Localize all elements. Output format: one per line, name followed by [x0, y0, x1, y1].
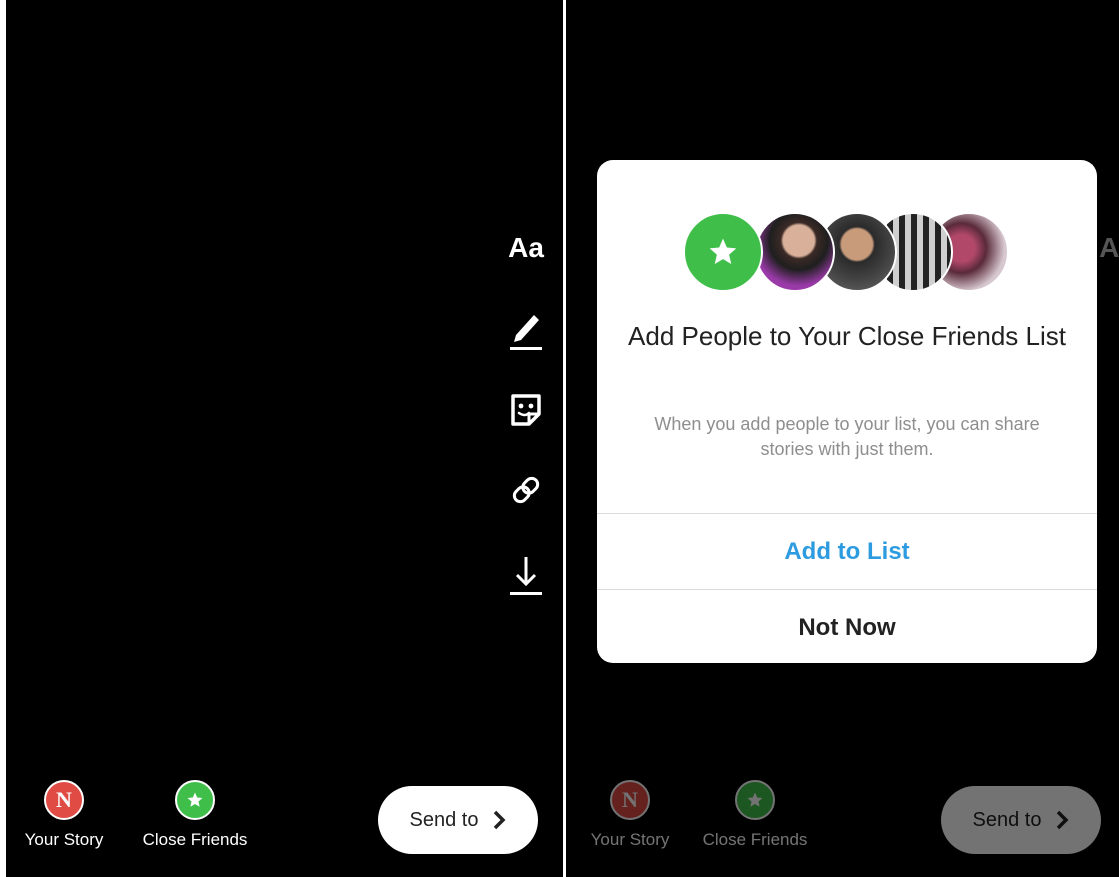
close-friends-avatar-large [683, 212, 763, 292]
your-story-label: Your Story [24, 830, 104, 849]
text-tool-label-dimmed: Aa [1099, 232, 1119, 263]
story-editor-screen: Aa N Your Story Close Friends Send to [6, 0, 563, 877]
add-to-list-button[interactable]: Add to List [597, 513, 1097, 590]
story-editor-screen-with-dialog: Aa N Your Story Close Friends Send to [566, 0, 1119, 877]
your-story-button-dimmed: N Your Story [580, 780, 680, 850]
star-icon [187, 792, 203, 807]
text-tool-button-dimmed: Aa [1097, 228, 1119, 268]
avatar-group [683, 212, 1013, 292]
sticker-icon [511, 394, 541, 426]
send-to-button[interactable]: Send to [378, 786, 538, 854]
close-friends-label: Close Friends [142, 830, 248, 849]
close-friends-button[interactable]: Close Friends [130, 780, 260, 850]
pen-icon [510, 315, 542, 350]
your-story-badge: N [56, 787, 72, 812]
star-icon-dimmed [747, 792, 763, 807]
close-friends-dialog: Add People to Your Close Friends List Wh… [597, 160, 1097, 663]
download-icon [510, 557, 542, 595]
not-now-label: Not Now [798, 614, 896, 641]
link-button[interactable] [506, 470, 546, 510]
not-now-button[interactable]: Not Now [597, 589, 1097, 663]
your-story-avatar-dimmed: N [610, 780, 650, 820]
your-story-badge-dimmed: N [622, 787, 638, 812]
your-story-avatar: N [44, 780, 84, 820]
dialog-title: Add People to Your Close Friends List [628, 321, 1066, 351]
download-button[interactable] [506, 552, 546, 598]
your-story-label-dimmed: Your Story [590, 830, 670, 849]
send-to-button-dimmed: Send to [941, 786, 1101, 854]
close-friends-button-dimmed: Close Friends [690, 780, 820, 850]
text-tool-label: Aa [508, 232, 544, 263]
close-friends-avatar [175, 780, 215, 820]
close-friends-label-dimmed: Close Friends [702, 830, 808, 849]
send-to-label-dimmed: Send to [972, 808, 1042, 831]
chevron-right-icon [494, 810, 506, 830]
add-to-list-label: Add to List [784, 538, 910, 565]
your-story-button[interactable]: N Your Story [14, 780, 114, 850]
avatar-1 [755, 212, 835, 292]
draw-button[interactable] [506, 305, 546, 353]
text-tool-button[interactable]: Aa [500, 228, 552, 268]
dialog-description: When you add people to your list, you ca… [654, 414, 1040, 459]
chevron-right-icon-dimmed [1057, 810, 1069, 830]
send-to-label: Send to [409, 808, 479, 831]
star-icon [709, 238, 737, 264]
close-friends-avatar-dimmed [735, 780, 775, 820]
sticker-button[interactable] [506, 388, 546, 432]
link-icon [512, 476, 540, 504]
